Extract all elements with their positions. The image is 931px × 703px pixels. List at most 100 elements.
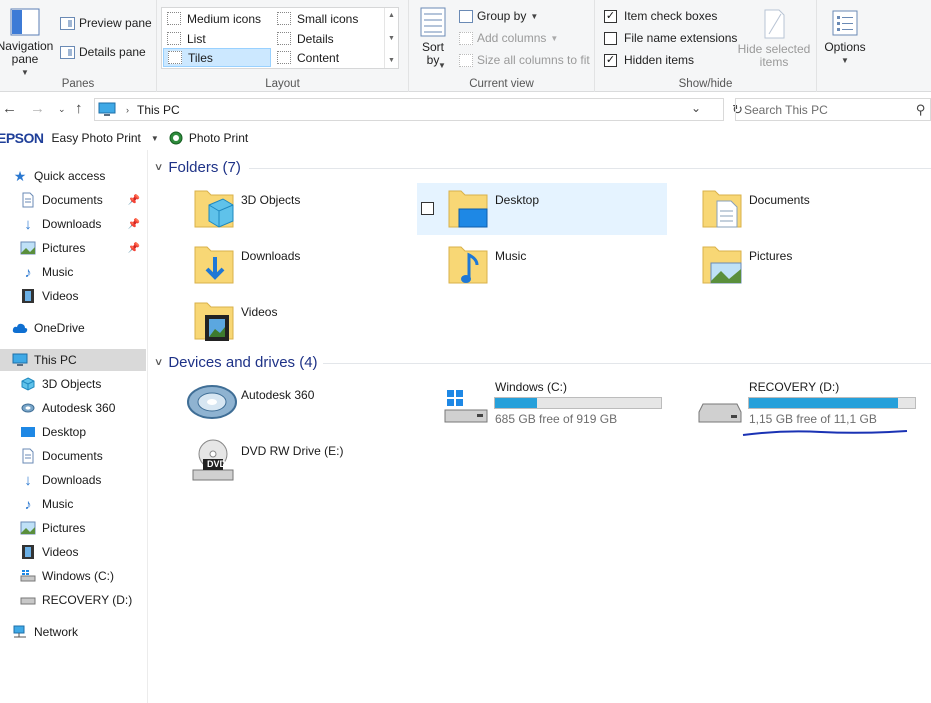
group-by-caret-icon: ▼ — [530, 11, 539, 21]
sidebar-item-videos[interactable]: Videos — [0, 285, 146, 307]
item-check-boxes-toggle[interactable]: ✓ Item check boxes — [604, 9, 717, 23]
sidebar-item-desktop[interactable]: Desktop — [0, 421, 146, 443]
address-bar[interactable]: › This PC ⌄ ↻ — [94, 98, 743, 121]
layout-gallery: Medium icons Small icons List Details Ti… — [161, 7, 399, 69]
folders-header-label: Folders (7) — [168, 159, 241, 176]
desktop-folder-icon — [448, 190, 488, 228]
hidden-items-label: Hidden items — [624, 53, 695, 67]
sidebar-item-autodesk-360[interactable]: Autodesk 360 — [0, 397, 146, 419]
sidebar-item-label: Pictures — [42, 241, 86, 255]
sidebar-item-label: Music — [42, 497, 74, 511]
sidebar-item-this-pc[interactable]: This PC — [0, 349, 146, 371]
sidebar-item-3d-objects[interactable]: 3D Objects — [0, 373, 146, 395]
group-by-button[interactable]: Group by ▼ — [459, 9, 538, 23]
sort-by-button[interactable]: Sort by — [415, 6, 451, 67]
sidebar-item-label: Network — [34, 625, 79, 639]
sidebar-item-windows-c[interactable]: Windows (C:) — [0, 565, 146, 587]
photo-print-icon — [169, 131, 183, 145]
folders-divider — [249, 168, 931, 169]
address-path[interactable]: This PC — [137, 103, 180, 117]
easy-photo-print-button[interactable]: Easy Photo Print — [52, 131, 141, 145]
sidebar-item-documents[interactable]: Documents 📌 — [0, 189, 146, 211]
folder-tile-documents[interactable]: Documents — [671, 183, 921, 235]
layout-tiles[interactable]: Tiles — [163, 48, 271, 67]
layout-details[interactable]: Details — [273, 29, 381, 48]
layout-content[interactable]: Content — [273, 48, 381, 67]
documents-folder-icon — [702, 190, 742, 228]
easy-photo-print-caret-icon[interactable]: ▼ — [151, 134, 159, 143]
layout-scrollbar[interactable]: ▲ ▼ ▼ — [384, 8, 398, 68]
sidebar-item-music-pc[interactable]: ♪ Music — [0, 493, 146, 515]
hidden-items-checkbox[interactable]: ✓ — [604, 53, 617, 67]
navigation-pane-button[interactable]: Navigation pane ▼ — [0, 8, 56, 79]
sidebar-item-pictures-pc[interactable]: Pictures — [0, 517, 146, 539]
item-checkbox[interactable] — [421, 202, 434, 215]
collapse-chevron-icon[interactable]: ∨ — [154, 357, 164, 368]
folder-tile-desktop[interactable]: Desktop — [417, 183, 667, 235]
folders-group-header[interactable]: ∨ Folders (7) — [154, 159, 241, 176]
options-button[interactable]: Options ▼ — [821, 8, 869, 67]
add-columns-button[interactable]: Add columns ▼ — [459, 31, 558, 45]
sidebar-item-downloads[interactable]: ↓ Downloads 📌 — [0, 213, 146, 235]
tile-name: Downloads — [241, 249, 301, 263]
address-row: ← → ⌄ ↑ › This PC ⌄ ↻ Search This PC ⚲ — [0, 96, 931, 124]
pin-icon[interactable]: 📌 — [128, 219, 140, 230]
pin-icon[interactable]: 📌 — [128, 195, 140, 206]
collapse-chevron-icon[interactable]: ∨ — [154, 162, 164, 173]
folder-tile-videos[interactable]: Videos — [163, 295, 413, 347]
pin-icon[interactable]: 📌 — [128, 243, 140, 254]
drive-c-usage-fill — [495, 398, 538, 408]
search-icon[interactable]: ⚲ — [916, 102, 926, 118]
layout-medium-icons[interactable]: Medium icons — [163, 9, 271, 28]
sidebar-item-documents-pc[interactable]: Documents — [0, 445, 146, 467]
windows-drive-icon — [444, 390, 488, 423]
sidebar-item-quick-access[interactable]: ★ Quick access — [0, 165, 146, 187]
folder-tile-pictures[interactable]: Pictures — [671, 239, 921, 291]
3d-objects-folder-icon — [194, 190, 234, 228]
devices-group-header[interactable]: ∨ Devices and drives (4) — [154, 354, 318, 371]
drive-tile-recovery-d[interactable]: RECOVERY (D:) 1,15 GB free of 11,1 GB — [671, 378, 921, 436]
back-arrow-icon[interactable]: ← — [2, 100, 17, 117]
layout-list-label: List — [187, 31, 206, 46]
forward-arrow-icon[interactable]: → — [30, 100, 45, 117]
drive-tile-windows-c[interactable]: Windows (C:) 685 GB free of 919 GB — [417, 378, 667, 430]
scroll-down-icon[interactable]: ▼ — [388, 35, 395, 42]
expand-gallery-icon[interactable]: ▼ — [388, 57, 395, 64]
sidebar-item-network[interactable]: Network — [0, 621, 146, 643]
sidebar-item-recovery-d[interactable]: RECOVERY (D:) — [0, 589, 146, 611]
scroll-up-icon[interactable]: ▲ — [388, 12, 395, 19]
options-label: Options — [824, 40, 866, 54]
hidden-items-toggle[interactable]: ✓ Hidden items — [604, 53, 694, 67]
file-name-extensions-checkbox[interactable] — [604, 31, 617, 45]
layout-small-icons[interactable]: Small icons — [273, 9, 381, 28]
folder-tile-downloads[interactable]: Downloads — [163, 239, 413, 291]
item-check-boxes-checkbox[interactable]: ✓ — [604, 9, 617, 23]
sort-caret-icon: ▼ — [438, 61, 446, 70]
address-dropdown-icon[interactable]: ⌄ — [691, 101, 701, 115]
drive-tile-autodesk-360[interactable]: Autodesk 360 — [163, 378, 413, 430]
sidebar-item-videos-pc[interactable]: Videos — [0, 541, 146, 563]
add-columns-label: Add columns — [477, 31, 547, 45]
sidebar-item-onedrive[interactable]: OneDrive — [0, 317, 146, 339]
preview-pane-button[interactable]: Preview pane — [60, 16, 152, 30]
address-separator-icon[interactable]: › — [126, 105, 129, 115]
dvd-badge: DVD — [207, 459, 227, 469]
folder-tile-music[interactable]: Music — [417, 239, 667, 291]
sidebar-item-pictures[interactable]: Pictures 📌 — [0, 237, 146, 259]
file-name-extensions-toggle[interactable]: File name extensions — [604, 31, 737, 45]
photo-print-button[interactable]: Photo Print — [189, 131, 248, 145]
search-input[interactable]: Search This PC ⚲ — [735, 98, 931, 121]
folder-tile-3d-objects[interactable]: 3D Objects — [163, 183, 413, 235]
tile-name: Pictures — [749, 249, 793, 263]
recent-locations-chevron-icon[interactable]: ⌄ — [58, 104, 66, 115]
drive-tile-dvd-e[interactable]: DVD DVD RW Drive (E:) — [163, 434, 413, 486]
tile-name: Music — [495, 249, 527, 263]
sidebar-item-downloads-pc[interactable]: ↓ Downloads — [0, 469, 146, 491]
sidebar-item-music[interactable]: ♪ Music — [0, 261, 146, 283]
size-columns-button[interactable]: Size all columns to fit — [459, 53, 590, 67]
layout-list[interactable]: List — [163, 29, 271, 48]
hide-selected-items-button[interactable]: Hide selected items — [735, 8, 813, 69]
sidebar-item-label: Videos — [42, 545, 79, 559]
details-pane-button[interactable]: Details pane — [60, 45, 146, 59]
up-arrow-icon[interactable]: ↑ — [75, 100, 83, 117]
